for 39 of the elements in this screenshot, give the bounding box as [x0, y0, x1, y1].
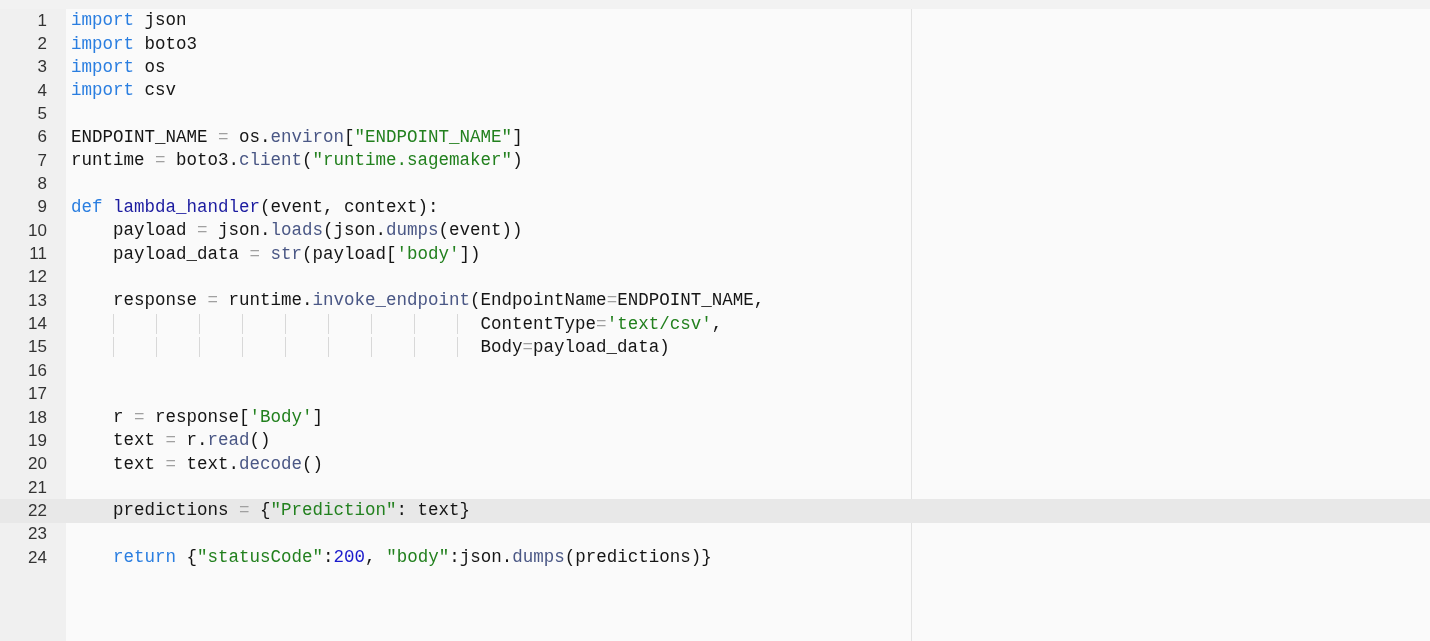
line-number: 16 — [27, 360, 47, 381]
line-number: 3 — [36, 57, 47, 78]
line-number: 9 — [36, 197, 47, 218]
line-number: 19 — [27, 430, 47, 451]
line-number: 4 — [36, 80, 47, 101]
line-number: 10 — [27, 220, 47, 241]
line-number: 17 — [27, 384, 47, 405]
code-line: ENDPOINT_NAME = os.environ["ENDPOINT_NAME"] — [71, 125, 523, 149]
code-line: import csv — [71, 79, 177, 103]
code-line: predictions = {"Prediction": text} — [71, 499, 471, 523]
code-line: text = r.read() — [71, 429, 271, 453]
line-number: 24 — [27, 547, 47, 568]
line-number: 11 — [28, 244, 47, 265]
line-number: 8 — [36, 174, 47, 195]
line-number: 20 — [27, 454, 47, 475]
line-number: 2 — [36, 34, 47, 54]
code-line: r = response['Body'] — [71, 406, 324, 429]
line-number: 12 — [27, 267, 47, 288]
line-number: 7 — [36, 150, 47, 171]
code-line: payload_data = str(payload['body']) — [71, 242, 481, 266]
code-line: runtime = boto3.client("runtime.sagemaker") — [71, 149, 523, 173]
line-number: 18 — [27, 407, 47, 428]
line-number: 14 — [27, 314, 47, 335]
code-line: response = runtime.invoke_endpoint(EndpointName=ENDPOINT_NAME, — [71, 289, 765, 313]
code-line: text = text.decode() — [71, 452, 324, 476]
line-number: 13 — [27, 290, 47, 311]
line-number: 1 — [36, 10, 47, 31]
line-number: 22 — [27, 500, 47, 521]
line-number: 5 — [36, 104, 47, 125]
code-line: return {"statusCode":200, "body":json.dumps(predictions)} — [71, 546, 712, 570]
code-line: import json — [71, 9, 187, 33]
line-number: 6 — [36, 127, 47, 148]
code-line: def lambda_handler(event, context): — [71, 195, 439, 219]
line-number: 21 — [27, 477, 47, 498]
code-line: import boto3 — [71, 32, 198, 56]
code-line: payload = json.loads(json.dumps(event)) — [71, 219, 523, 243]
line-number: 15 — [27, 337, 47, 358]
code-line: import os — [71, 55, 166, 79]
line-number: 23 — [27, 524, 47, 545]
